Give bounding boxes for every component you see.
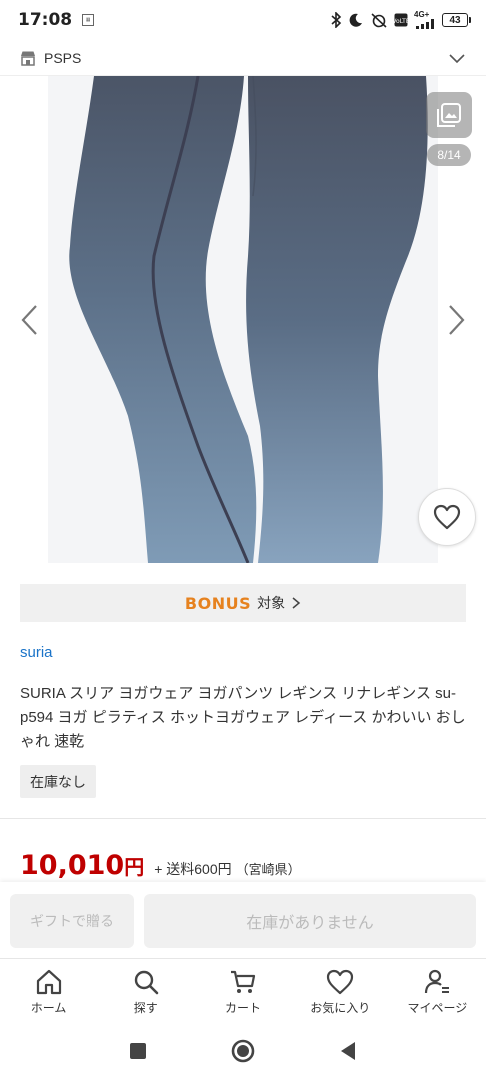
store-icon [21, 51, 35, 66]
chevron-down-icon[interactable] [448, 49, 466, 67]
shop-header[interactable]: PSPS [0, 40, 486, 76]
gallery-icon [437, 103, 461, 127]
stock-status-badge: 在庫なし [20, 765, 96, 798]
user-icon [425, 969, 450, 994]
battery-level: 43 [449, 14, 461, 26]
shop-name: PSPS [44, 49, 82, 66]
gallery-button[interactable] [426, 92, 472, 138]
tab-favorites[interactable]: お気に入り [292, 959, 389, 1022]
tab-label: ホーム [30, 1001, 67, 1015]
shipping-fee: + 送料600円 [154, 861, 232, 877]
notification-icon: ▦ [82, 14, 95, 26]
out-of-stock-button[interactable]: 在庫がありません [144, 894, 476, 948]
bluetooth-icon [330, 12, 342, 28]
signal-icon: 4G+ [414, 11, 436, 29]
android-nav-bar [0, 1022, 486, 1080]
product-image-carousel[interactable]: 8/14 [0, 76, 486, 566]
bonus-logo: BONUS [184, 593, 252, 613]
moon-icon [348, 12, 364, 28]
bonus-banner[interactable]: BONUS 対象 [20, 584, 466, 622]
recents-button[interactable] [129, 1042, 147, 1060]
svg-text:VoLTE: VoLTE [394, 18, 408, 25]
home-button[interactable] [231, 1039, 255, 1063]
status-bar: 17:08 ▦ VoLTE 4G+ 43 [0, 0, 486, 40]
battery-icon: 43 [442, 13, 471, 27]
status-time: 17:08 [18, 10, 73, 30]
price-unit: 円 [124, 857, 145, 879]
search-icon [134, 970, 159, 995]
tab-home[interactable]: ホーム [0, 959, 97, 1022]
shipping-region: （宮崎県） [235, 862, 301, 877]
previous-image-button[interactable] [18, 302, 42, 338]
network-type: 4G+ [414, 10, 430, 19]
tab-cart[interactable]: カート [194, 959, 291, 1022]
chevron-right-icon [292, 597, 301, 609]
gift-button[interactable]: ギフトで贈る [10, 894, 134, 948]
tab-search[interactable]: 探す [97, 959, 194, 1022]
action-bar: ギフトで贈る 在庫がありません [0, 882, 486, 958]
next-image-button[interactable] [444, 302, 468, 338]
alarm-off-icon [370, 12, 388, 28]
leggings-illustration [48, 76, 438, 563]
image-counter: 8/14 [427, 144, 471, 166]
brand-link[interactable]: suria [20, 644, 53, 661]
tab-label: カート [225, 1001, 262, 1015]
product-title: SURIA スリア ヨガウェア ヨガパンツ レギンス リナレギンス su-p59… [20, 685, 466, 750]
tab-label: 探す [133, 1001, 158, 1015]
volte-icon: VoLTE [394, 13, 408, 27]
divider [0, 818, 486, 819]
product-image [48, 76, 438, 563]
heart-icon [433, 504, 461, 530]
favorite-button[interactable] [418, 488, 476, 546]
cart-icon [231, 970, 256, 993]
price-row: 10,010 円 + 送料600円 （宮崎県） [20, 850, 301, 881]
tab-label: マイページ [407, 1001, 468, 1015]
heart-icon [327, 969, 354, 995]
price-value: 10,010 [20, 850, 125, 881]
bottom-tab-bar: ホーム 探す カート お気に入り マイページ [0, 958, 486, 1022]
back-button[interactable] [339, 1041, 357, 1061]
tab-mypage[interactable]: マイページ [389, 959, 486, 1022]
bonus-label: 対象 [257, 595, 286, 611]
home-icon [36, 969, 61, 995]
tab-label: お気に入り [310, 1001, 371, 1015]
status-icons: VoLTE 4G+ 43 [330, 11, 471, 29]
